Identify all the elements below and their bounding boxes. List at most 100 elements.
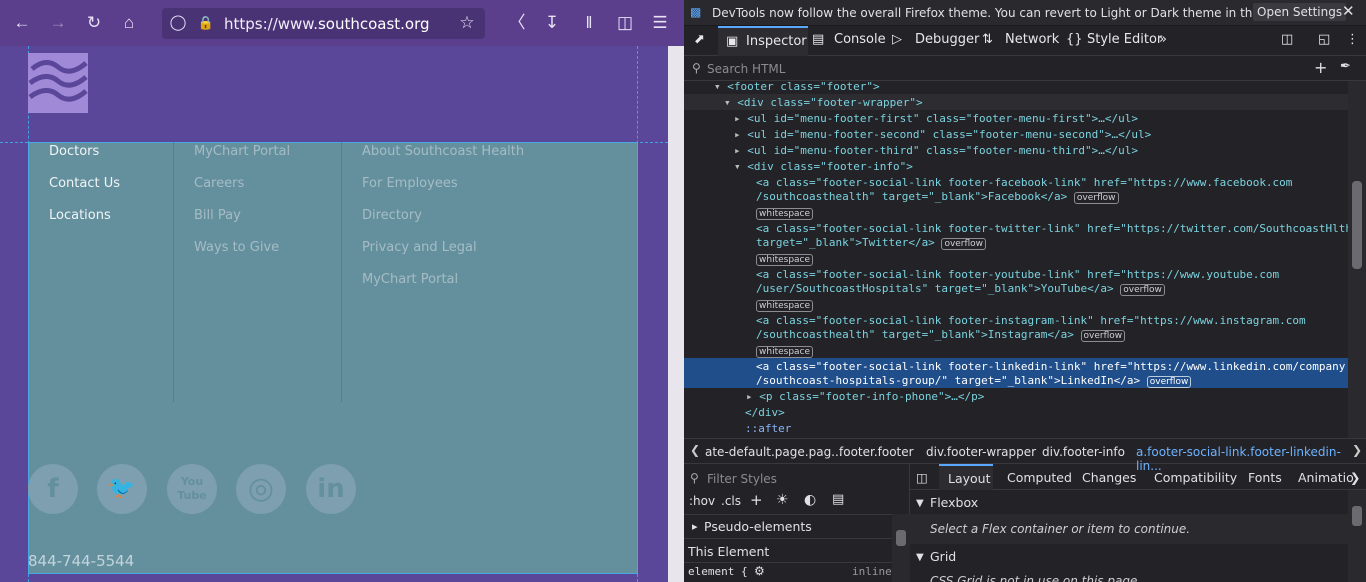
collapse-icon[interactable]: ▸ [734,144,741,157]
footer-link-ways-to-give[interactable]: Ways to Give [194,240,279,255]
overflow-badge[interactable]: overflow [941,238,987,250]
tab-computed[interactable]: Computed [1007,470,1072,485]
markup-line[interactable]: ▸ <ul id="menu-footer-second" class="foo… [734,128,1151,142]
pocket-icon[interactable]: 〈 [505,11,529,35]
selected-markup-line[interactable]: <a class="footer-social-link footer-link… [756,360,1345,374]
open-settings-button[interactable]: Open Settings [1253,3,1347,21]
selected-markup-line[interactable]: /southcoast-hospitals-group/" target="_b… [756,374,1192,388]
whitespace-badge[interactable]: whitespace [756,346,814,358]
markup-line[interactable]: /user/SouthcoastHospitals" target="_blan… [756,282,1165,296]
southcoast-logo[interactable] [28,53,88,113]
gear-icon[interactable]: ⚙ [754,564,765,578]
layout-scrollbar[interactable] [1348,490,1366,582]
picker-icon[interactable]: ⬈ [694,32,705,47]
footer-link-locations[interactable]: Locations [49,208,111,223]
layout-scroll-thumb[interactable] [1352,506,1362,526]
markup-line[interactable]: ▾ <div class="footer-wrapper"> [724,96,923,110]
footer-link-directory[interactable]: Directory [362,208,422,223]
collapse-icon[interactable]: ▸ [692,520,698,533]
breadcrumb-item[interactable]: div.footer-info [1042,445,1125,459]
tab-layout[interactable]: Layout [939,464,993,490]
markup-line[interactable]: </div> [745,406,785,420]
tab-fonts[interactable]: Fonts [1248,470,1282,485]
class-toggle[interactable]: .cls [721,494,741,508]
tab-network[interactable]: Network [1005,32,1059,47]
sidebar-icon[interactable]: ◫ [613,11,637,35]
markup-line[interactable]: ▸ <p class="footer-info-phone">…</p> [746,390,984,404]
markup-line[interactable]: /southcoasthealth" target="_blank">Faceb… [756,190,1119,204]
forward-icon[interactable]: → [46,11,70,35]
dark-scheme-icon[interactable]: ◐ [804,492,816,508]
markup-line[interactable]: ▸ <ul id="menu-footer-third" class="foot… [734,144,1138,158]
chevron-right-icon[interactable]: ❯ [1350,470,1360,485]
markup-scrollbar[interactable] [1348,81,1366,438]
breadcrumb-item[interactable]: ate-default.page.pag... [705,445,843,459]
expand-icon[interactable]: ▾ [734,160,741,173]
filter-styles-input[interactable]: Filter Styles [707,472,777,486]
twitter-icon[interactable]: 🐦 [97,464,147,514]
chevron-right-icon[interactable]: ❯ [1352,443,1362,457]
tab-console[interactable]: Console [834,32,886,47]
rules-scrollbar[interactable] [892,514,910,582]
back-icon[interactable]: ← [10,11,34,35]
hover-state-toggle[interactable]: :hov [689,494,715,508]
collapse-icon[interactable]: ▸ [734,128,741,141]
overflow-badge[interactable]: overflow [1146,376,1192,388]
footer-link-doctors[interactable]: Doctors [49,144,99,159]
tab-changes[interactable]: Changes [1082,470,1136,485]
url-bar[interactable]: ◯ 🔒 https://www.southcoast.org ☆ [162,8,485,39]
overflow-badge[interactable]: overflow [1080,330,1126,342]
collapse-icon[interactable]: ▸ [746,390,753,403]
footer-link-bill-pay[interactable]: Bill Pay [194,208,241,223]
footer-link-employees[interactable]: For Employees [362,176,458,191]
markup-line[interactable]: ▸ <ul id="menu-footer-first" class="foot… [734,112,1138,126]
collapse-icon[interactable]: ▸ [734,112,741,125]
expand-icon[interactable]: ▼ [916,498,924,509]
lock-icon[interactable]: 🔒 [194,11,218,35]
menu-icon[interactable]: ☰ [648,11,672,35]
footer-link-about[interactable]: About Southcoast Health [362,144,524,159]
markup-line[interactable]: whitespace [756,252,814,266]
footer-link-mychart[interactable]: MyChart Portal [194,144,290,159]
add-node-icon[interactable]: + [1314,58,1327,77]
tab-compatibility[interactable]: Compatibility [1154,470,1237,485]
rules-scroll-thumb[interactable] [896,530,906,546]
tab-style-editor[interactable]: Style Editor [1087,32,1162,47]
overflow-badge[interactable]: overflow [1120,284,1165,296]
linkedin-icon[interactable]: in [306,464,356,514]
tab-debugger[interactable]: Debugger [915,32,979,47]
element-rule[interactable]: element { [688,565,748,578]
layout-toggle-icon[interactable]: ◫ [1281,32,1293,47]
options-icon[interactable]: ⋮ [1346,32,1359,47]
flexbox-section[interactable]: Flexbox [930,495,978,510]
markup-line[interactable]: <a class="footer-social-link footer-face… [756,176,1292,190]
url-text[interactable]: https://www.southcoast.org [224,15,430,33]
chevron-left-icon[interactable]: ❮ [690,443,700,457]
markup-line[interactable]: <a class="footer-social-link footer-inst… [756,314,1306,328]
instagram-icon[interactable]: ◎ [236,464,286,514]
home-icon[interactable]: ⌂ [117,11,141,35]
markup-line[interactable]: <a class="footer-social-link footer-yout… [756,268,1279,282]
tab-animations[interactable]: Animatio [1298,470,1354,485]
markup-line[interactable]: ▾ <footer class="footer"> [714,80,880,94]
markup-line[interactable]: whitespace [756,206,814,220]
shield-icon[interactable]: ◯ [166,11,190,35]
footer-link-privacy[interactable]: Privacy and Legal [362,240,477,255]
expand-icon[interactable]: ▼ [916,552,924,563]
whitespace-badge[interactable]: whitespace [756,300,814,312]
close-icon[interactable]: ✕ [1342,2,1355,20]
whitespace-badge[interactable]: whitespace [756,254,814,266]
grid-section[interactable]: Grid [930,549,956,564]
light-scheme-icon[interactable]: ☀ [776,492,789,508]
overflow-badge[interactable]: overflow [1073,192,1119,204]
markup-line[interactable]: whitespace [756,298,814,312]
reload-icon[interactable]: ↻ [82,11,106,35]
expand-icon[interactable]: ▾ [714,80,721,93]
download-icon[interactable]: ↧ [540,11,564,35]
eyedropper-icon[interactable]: ✒ [1340,59,1351,74]
markup-line[interactable]: /southcoasthealth" target="_blank">Insta… [756,328,1126,342]
youtube-icon[interactable]: You Tube [167,464,217,514]
footer-link-contact[interactable]: Contact Us [49,176,120,191]
more-tabs-icon[interactable]: » [1159,32,1167,47]
markup-scroll-thumb[interactable] [1352,181,1362,269]
